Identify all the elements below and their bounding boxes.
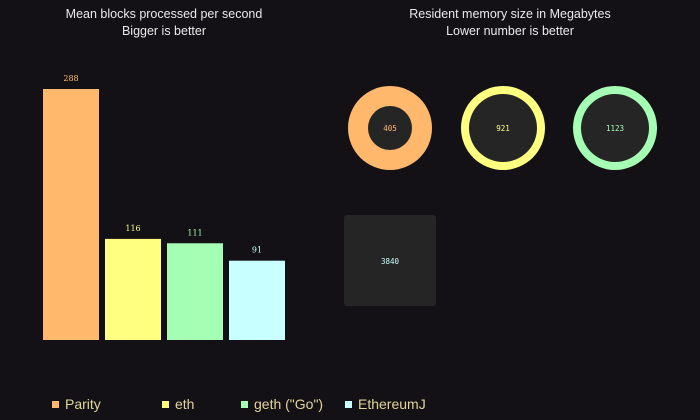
legend-swatch-2 xyxy=(241,400,248,408)
bar-chart: 288 116 111 91 xyxy=(43,74,285,340)
bar-label-0: 288 xyxy=(63,74,78,83)
legend-item-0: Parity xyxy=(52,395,101,413)
bar-label-1: 116 xyxy=(125,224,140,233)
memory-label-0: 405 xyxy=(383,124,397,133)
memory-label-3: 3840 xyxy=(381,257,400,266)
legend: Parity eth geth ("Go") EthereumJ xyxy=(0,395,700,415)
charts-canvas: 288 116 111 91 405 921 1123 3840 xyxy=(43,74,657,340)
bar-3 xyxy=(229,260,285,340)
legend-item-3: EthereumJ xyxy=(345,395,426,413)
bar-1 xyxy=(105,238,161,340)
legend-label-0: Parity xyxy=(65,396,101,412)
bar-label-3: 91 xyxy=(252,246,262,255)
legend-label-1: eth xyxy=(175,396,195,412)
bar-label-2: 111 xyxy=(187,228,202,237)
legend-item-2: geth ("Go") xyxy=(241,395,323,413)
memory-label-1: 921 xyxy=(496,124,510,133)
memory-label-2: 1123 xyxy=(606,124,624,133)
memory-chart: 405 921 1123 3840 xyxy=(344,86,657,306)
legend-label-2: geth ("Go") xyxy=(254,396,324,412)
legend-swatch-3 xyxy=(345,400,352,408)
legend-item-1: eth xyxy=(162,395,194,413)
legend-swatch-1 xyxy=(162,400,169,408)
legend-swatch-0 xyxy=(52,400,59,408)
bar-0 xyxy=(43,89,99,340)
bar-2 xyxy=(167,243,223,340)
legend-label-3: EthereumJ xyxy=(358,396,426,412)
